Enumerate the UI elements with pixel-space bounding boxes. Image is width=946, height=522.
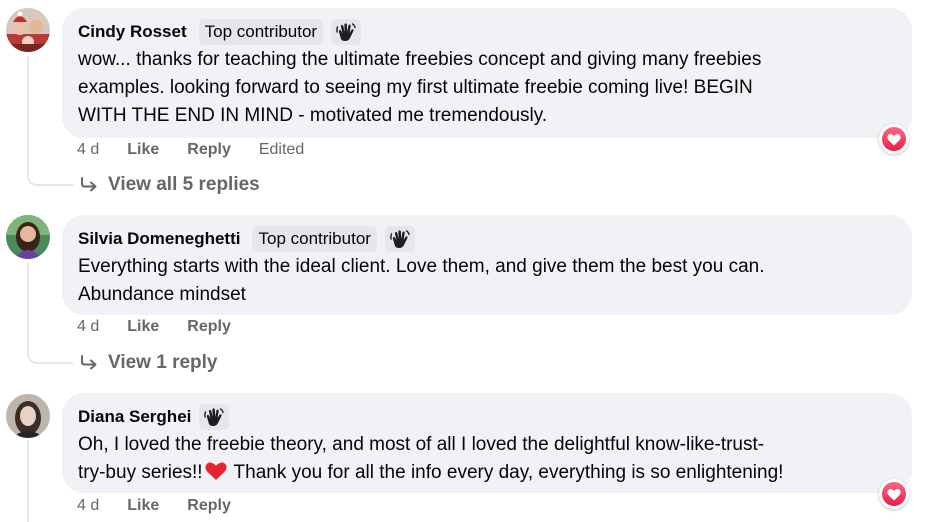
thread-connector [27, 352, 73, 364]
edited-label: Edited [258, 141, 305, 158]
reply-button[interactable]: Reply [187, 141, 231, 159]
love-reaction-icon[interactable] [879, 124, 909, 154]
thread-line [27, 262, 29, 352]
comment-line: Abundance mindset [78, 284, 246, 305]
avatar[interactable] [6, 215, 50, 259]
comment-line: try-buy series!! Thank you for all the i… [78, 459, 896, 490]
like-button[interactable]: Like [127, 318, 159, 336]
thread-line [27, 56, 29, 174]
comment-text: wow... thanks for teaching the ultimate … [78, 46, 896, 130]
comment-author[interactable]: Diana Serghei [78, 407, 191, 427]
love-reaction-icon[interactable] [879, 479, 909, 509]
view-replies-link[interactable]: View all 5 replies [80, 173, 260, 197]
thread-connector [27, 174, 73, 186]
wave-hand-icon[interactable] [384, 226, 415, 252]
comment-line: examples. looking forward to seeing my f… [78, 77, 753, 98]
avatar[interactable] [6, 8, 50, 52]
view-replies-label: View all 5 replies [108, 174, 260, 195]
comment-line: Everything starts with the ideal client.… [78, 256, 765, 277]
reply-button[interactable]: Reply [187, 318, 231, 336]
comment-text: Everything starts with the ideal client.… [78, 253, 896, 309]
comment-timestamp[interactable]: 4 d [77, 497, 99, 515]
avatar[interactable] [6, 394, 50, 438]
thread-line [27, 440, 29, 522]
reply-button[interactable]: Reply [187, 497, 231, 515]
wave-hand-icon[interactable] [331, 19, 362, 45]
comment-author[interactable]: Cindy Rosset [78, 22, 187, 42]
comment-line: WITH THE END IN MIND - motivated me trem… [78, 105, 548, 126]
comment-actions: 4 d Like Reply [77, 496, 231, 516]
top-contributor-badge[interactable]: Top contributor [198, 19, 324, 45]
comment-text-segment: Thank you for all the info every day, ev… [228, 462, 784, 483]
comments-section: Cindy Rosset Top contributor wow... than… [0, 0, 946, 522]
like-button[interactable]: Like [127, 497, 159, 515]
comment-author[interactable]: Silvia Domeneghetti [78, 229, 240, 249]
comment-line: Oh, I loved the freebie theory, and most… [78, 434, 765, 455]
comment-text: Oh, I loved the freebie theory, and most… [78, 431, 896, 490]
reply-arrow-icon [80, 355, 98, 371]
comment-actions: 4 d Like Reply [77, 317, 231, 337]
comment-actions: 4 d Like Reply Edited [77, 140, 304, 160]
comment-timestamp[interactable]: 4 d [77, 141, 99, 159]
comment-line: wow... thanks for teaching the ultimate … [78, 49, 762, 70]
reply-arrow-icon [80, 177, 98, 193]
view-replies-label: View 1 reply [108, 352, 218, 373]
comment-bubble: Cindy Rosset Top contributor wow... than… [62, 8, 912, 138]
wave-hand-icon[interactable] [199, 404, 230, 430]
comment-bubble: Diana Serghei Oh, I loved the freebie th… [62, 393, 912, 493]
top-contributor-badge[interactable]: Top contributor [252, 226, 377, 252]
like-button[interactable]: Like [127, 141, 159, 159]
comment-bubble: Silvia Domeneghetti Top contributor Ever… [62, 215, 912, 315]
comment-timestamp[interactable]: 4 d [77, 318, 99, 336]
view-replies-link[interactable]: View 1 reply [80, 351, 218, 375]
red-heart-emoji [205, 461, 227, 490]
comment-text-segment: try-buy series!! [78, 462, 203, 483]
